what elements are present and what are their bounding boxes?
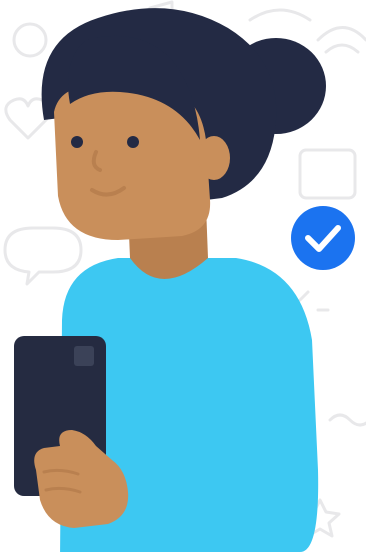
arc-doodle: [248, 8, 312, 22]
verified-badge: [291, 206, 355, 270]
speech-bubble-doodle: [3, 226, 83, 286]
ear: [198, 136, 230, 180]
right-eye: [127, 136, 139, 148]
wifi-doodle: [316, 26, 366, 54]
wave-doodle: [328, 413, 366, 427]
left-eye: [71, 136, 83, 148]
frame-doodle: [298, 148, 357, 200]
illustration-stage: [0, 0, 366, 552]
phone-camera: [74, 346, 94, 366]
badge-circle: [291, 206, 355, 270]
circle-doodle: [12, 22, 48, 58]
person-illustration: [3, 0, 366, 552]
